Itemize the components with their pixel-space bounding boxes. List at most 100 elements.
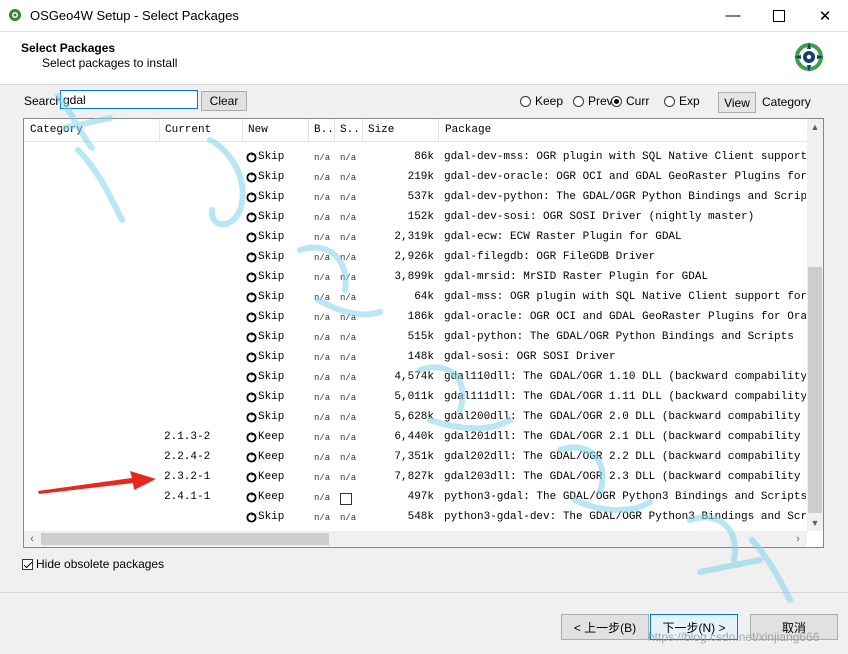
table-row[interactable]: Skip n/a n/a 515k gdal-python: The GDAL/… [24, 328, 807, 348]
row-new-label: Skip [258, 271, 285, 283]
row-new-action[interactable]: Skip [246, 191, 284, 203]
url-watermark: https://blog.csdn.net/xinjiang666 [648, 630, 820, 644]
row-new-action[interactable]: Keep [246, 471, 284, 483]
vertical-scrollbar[interactable]: ▲ ▼ [807, 119, 823, 531]
radio-exp-circle [664, 95, 675, 107]
column-separator[interactable] [242, 119, 243, 141]
column-header-current[interactable]: Current [165, 124, 211, 136]
table-row[interactable]: Skip n/a n/a 186k gdal-oracle: OGR OCI a… [24, 308, 807, 328]
row-package: gdal-dev-sosi: OGR SOSI Driver (nightly … [444, 211, 755, 223]
column-header-package[interactable]: Package [445, 124, 491, 136]
row-new-action[interactable]: Skip [246, 331, 284, 343]
clear-button[interactable]: Clear [201, 91, 247, 111]
table-row[interactable]: 2.3.2-1 Keep n/a n/a 7,827k gdal203dll: … [24, 468, 807, 488]
row-new-action[interactable]: Skip [246, 351, 284, 363]
row-src: n/a [340, 173, 357, 183]
row-new-action[interactable]: Skip [246, 391, 284, 403]
minimize-button[interactable]: — [710, 0, 756, 31]
row-bin: n/a [314, 153, 331, 163]
radio-prev[interactable]: Prev [573, 94, 613, 108]
column-header-category[interactable]: Category [30, 124, 83, 136]
column-header-new[interactable]: New [248, 124, 268, 136]
row-size: 6,440k [394, 431, 434, 443]
row-new-action[interactable]: Skip [246, 411, 284, 423]
back-button[interactable]: < 上一步(B) [561, 614, 649, 640]
row-new-action[interactable]: Skip [246, 151, 284, 163]
row-bin: n/a [314, 313, 331, 323]
table-row[interactable]: Skip n/a n/a 3,899k gdal-mrsid: MrSID Ra… [24, 268, 807, 288]
row-new-action[interactable]: Keep [246, 431, 284, 443]
horizontal-scrollbar[interactable]: ‹ › [24, 531, 807, 547]
table-row[interactable]: Skip n/a n/a 86k gdal-dev-mss: OGR plugi… [24, 148, 807, 168]
row-bin: n/a [314, 373, 331, 383]
table-row[interactable]: Skip n/a n/a 548k python3-gdal-dev: The … [24, 508, 807, 528]
radio-keep-label: Keep [535, 94, 564, 108]
row-new-action[interactable]: Skip [246, 211, 284, 223]
table-row[interactable]: Skip n/a n/a 537k gdal-dev-python: The G… [24, 188, 807, 208]
scroll-left-icon[interactable]: ‹ [24, 531, 40, 547]
row-size: 2,926k [394, 251, 434, 263]
row-new-action[interactable]: Skip [246, 251, 284, 263]
column-separator[interactable] [334, 119, 335, 141]
close-button[interactable]: ✕ [802, 0, 848, 31]
table-row[interactable]: Skip n/a n/a 152k gdal-dev-sosi: OGR SOS… [24, 208, 807, 228]
table-row[interactable]: 2.2.4-2 Keep n/a n/a 7,351k gdal202dll: … [24, 448, 807, 468]
column-header-size[interactable]: Size [368, 124, 394, 136]
column-separator[interactable] [438, 119, 439, 141]
table-row[interactable]: Skip n/a n/a 64k gdal-mss: OGR plugin wi… [24, 288, 807, 308]
view-button[interactable]: View [718, 92, 756, 113]
row-new-action[interactable]: Skip [246, 291, 284, 303]
row-current: 2.3.2-1 [164, 471, 211, 483]
table-row[interactable]: Skip n/a n/a 219k gdal-dev-oracle: OGR O… [24, 168, 807, 188]
column-separator[interactable] [308, 119, 309, 141]
search-input[interactable] [60, 90, 198, 109]
column-header-src[interactable]: S.. [340, 124, 360, 136]
row-size: 537k [407, 191, 434, 203]
row-new-action[interactable]: Skip [246, 511, 284, 523]
radio-keep[interactable]: Keep [520, 94, 563, 108]
column-header-bin[interactable]: B.. [314, 124, 334, 136]
table-row[interactable]: Skip n/a n/a 2,926k gdal-filegdb: OGR Fi… [24, 248, 807, 268]
row-new-action[interactable]: Skip [246, 171, 284, 183]
row-bin: n/a [314, 273, 331, 283]
row-package: gdal-dev-mss: OGR plugin with SQL Native… [444, 151, 806, 163]
cycle-icon [246, 331, 257, 343]
radio-exp[interactable]: Exp [664, 94, 700, 108]
row-package: gdal201dll: The GDAL/OGR 2.1 DLL (backwa… [444, 431, 806, 443]
column-separator[interactable] [159, 119, 160, 141]
row-new-action[interactable]: Skip [246, 311, 284, 323]
row-size: 515k [407, 331, 434, 343]
row-src: n/a [340, 333, 357, 343]
horizontal-scroll-thumb[interactable] [41, 533, 329, 545]
scroll-up-icon[interactable]: ▲ [807, 119, 823, 135]
table-row[interactable]: 2.4.1-1 Keep n/a 497k python3-gdal: The … [24, 488, 807, 508]
row-bin: n/a [314, 473, 331, 483]
table-row[interactable]: Skip n/a n/a 148k gdal-sosi: OGR SOSI Dr… [24, 348, 807, 368]
row-package: gdal-sosi: OGR SOSI Driver [444, 351, 616, 363]
vertical-scroll-thumb[interactable] [808, 267, 822, 513]
row-src: n/a [340, 413, 357, 423]
row-size: 5,628k [394, 411, 434, 423]
row-new-action[interactable]: Keep [246, 451, 284, 463]
row-new-action[interactable]: Skip [246, 371, 284, 383]
cycle-icon [246, 171, 257, 183]
table-row[interactable]: 2.1.3-2 Keep n/a n/a 6,440k gdal201dll: … [24, 428, 807, 448]
row-package: gdal-mrsid: MrSID Raster Plugin for GDAL [444, 271, 709, 283]
row-new-action[interactable]: Skip [246, 231, 284, 243]
table-row[interactable]: Skip n/a n/a 5,628k gdal200dll: The GDAL… [24, 408, 807, 428]
scroll-right-icon[interactable]: › [790, 531, 806, 547]
scroll-down-icon[interactable]: ▼ [807, 515, 823, 531]
row-bin: n/a [314, 193, 331, 203]
table-row[interactable]: Skip n/a n/a 4,574k gdal110dll: The GDAL… [24, 368, 807, 388]
source-checkbox[interactable] [340, 493, 352, 505]
table-row[interactable]: Skip n/a n/a 2,319k gdal-ecw: ECW Raster… [24, 228, 807, 248]
row-new-action[interactable]: Skip [246, 271, 284, 283]
osgeo-app-icon [9, 9, 21, 21]
table-row[interactable]: Skip n/a n/a 5,011k gdal111dll: The GDAL… [24, 388, 807, 408]
column-separator[interactable] [362, 119, 363, 141]
row-new-label: Keep [258, 471, 285, 483]
maximize-button[interactable] [756, 0, 802, 31]
row-new-action[interactable]: Keep [246, 491, 284, 503]
radio-curr[interactable]: Curr [611, 94, 649, 108]
hide-obsolete-checkbox[interactable]: Hide obsolete packages [22, 557, 164, 571]
